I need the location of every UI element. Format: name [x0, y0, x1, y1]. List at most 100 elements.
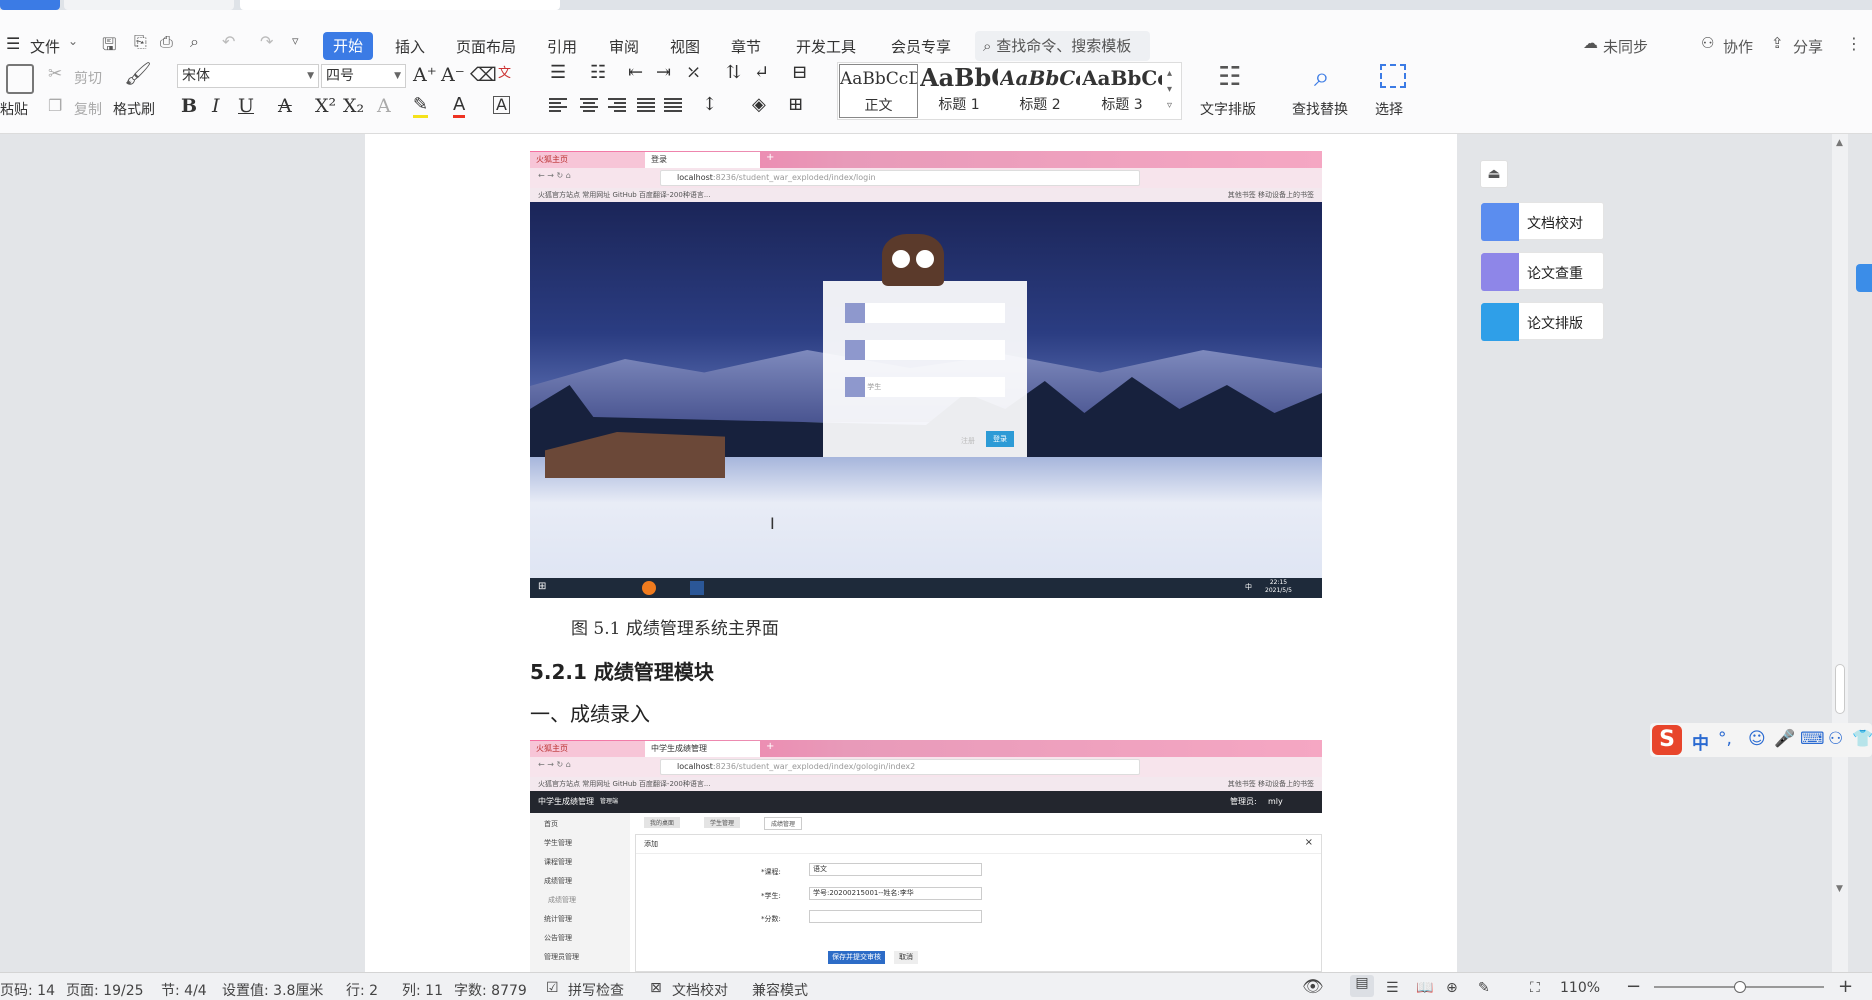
style-heading-3[interactable]: AaBbCc 标题 3	[1082, 64, 1162, 118]
keyboard-icon[interactable]: ⌨	[1800, 729, 1825, 749]
find-replace-button[interactable]: 查找替换	[1292, 99, 1348, 119]
zoom-out-icon[interactable]: −	[1626, 976, 1641, 997]
tab-references[interactable]: 引用	[547, 36, 577, 57]
paste-icon[interactable]	[6, 64, 34, 94]
tab-review[interactable]: 审阅	[609, 36, 639, 57]
login-button[interactable]: 登录	[986, 431, 1014, 447]
increase-indent-icon[interactable]: ⇥	[656, 62, 671, 83]
ime-punct[interactable]: °,	[1718, 729, 1732, 749]
doc-proofread-button[interactable]: 文档校对	[1480, 202, 1604, 241]
status-section[interactable]: 节: 4/4	[161, 980, 207, 1000]
customize-icon[interactable]: ▿	[292, 34, 299, 49]
border-icon[interactable]: ⊞	[788, 94, 803, 115]
outline-view-icon[interactable]: ☰	[1386, 980, 1399, 996]
clear-format-icon[interactable]: ⌫	[470, 64, 497, 86]
number-list-icon[interactable]: ☷	[590, 62, 606, 83]
align-center-icon[interactable]	[580, 98, 598, 112]
justify-icon[interactable]	[637, 98, 655, 112]
file-menu[interactable]: 文件	[30, 36, 60, 57]
shrink-font-icon[interactable]: A⁻	[441, 64, 465, 86]
scroll-down-icon[interactable]: ▼	[1836, 884, 1843, 894]
grow-font-icon[interactable]: A⁺	[413, 64, 437, 86]
paste-button[interactable]: 粘贴	[0, 99, 28, 119]
style-heading-2[interactable]: AaBbCc 标题 2	[1000, 64, 1080, 118]
status-col[interactable]: 列: 11	[402, 980, 443, 1000]
font-color-icon[interactable]: A	[453, 94, 466, 118]
window-tab-home[interactable]	[0, 0, 60, 10]
italic-icon[interactable]: I	[212, 95, 220, 117]
hamburger-icon[interactable]: ☰	[6, 34, 20, 53]
align-right-icon[interactable]	[608, 98, 626, 112]
emoji-icon[interactable]: ☺	[1748, 729, 1766, 749]
window-tab-document[interactable]	[240, 0, 560, 10]
web-view-icon[interactable]: ⊕	[1446, 980, 1458, 996]
zoom-slider-thumb[interactable]	[1734, 981, 1746, 993]
tab-home[interactable]: 开始	[323, 32, 374, 60]
bold-icon[interactable]: B	[181, 95, 197, 117]
sogou-logo-icon[interactable]: S	[1652, 725, 1682, 755]
tab-insert[interactable]: 插入	[395, 36, 425, 57]
skin-icon[interactable]: 👕	[1852, 729, 1872, 749]
status-word-count[interactable]: 字数: 8779	[454, 980, 527, 1000]
share-button[interactable]: 分享	[1793, 36, 1823, 57]
superscript-icon[interactable]: X²	[315, 95, 336, 117]
strikethrough-icon[interactable]: A	[278, 95, 292, 117]
char-border-icon[interactable]: A	[493, 96, 510, 114]
bullet-list-icon[interactable]: ☰	[550, 62, 566, 83]
user-icon[interactable]: ⚇	[1828, 729, 1843, 749]
sync-status[interactable]: 未同步	[1603, 36, 1648, 57]
role-select[interactable]: 学生	[845, 377, 1005, 397]
status-page[interactable]: 页面: 19/25	[66, 980, 144, 1000]
font-name-select[interactable]: 宋体 ▼	[177, 64, 319, 88]
underline-icon[interactable]: U	[238, 95, 254, 117]
line-wrap-icon[interactable]: ↵	[754, 62, 769, 83]
window-tab-docer[interactable]	[64, 0, 234, 10]
text-layout-button[interactable]: 文字排版	[1200, 99, 1256, 119]
font-size-select[interactable]: 四号 ▼	[321, 64, 406, 88]
align-left-icon[interactable]	[549, 98, 567, 112]
paper-layout-button[interactable]: 论文排版	[1480, 302, 1604, 341]
username-input[interactable]	[845, 303, 1005, 323]
more-icon[interactable]: ⋮	[1846, 34, 1862, 53]
cut-button[interactable]: 剪切	[74, 68, 102, 88]
write-view-icon[interactable]: ✎	[1478, 980, 1490, 996]
status-spell-check[interactable]: 拼写检查	[568, 980, 624, 1000]
status-row[interactable]: 行: 2	[346, 980, 378, 1000]
subscript-icon[interactable]: X₂	[343, 95, 364, 117]
collapse-panel-button[interactable]: ⏏	[1480, 160, 1508, 188]
tab-page-layout[interactable]: 页面布局	[456, 36, 516, 57]
zoom-level[interactable]: 110%	[1560, 980, 1600, 996]
tab-member[interactable]: 会员专享	[891, 36, 951, 57]
paper-check-button[interactable]: 论文查重	[1480, 252, 1604, 291]
show-marks-icon[interactable]: ⊟	[792, 62, 807, 83]
decrease-indent-icon[interactable]: ⇤	[628, 62, 643, 83]
redo-icon[interactable]: ↷	[260, 32, 273, 51]
command-search[interactable]: ⌕ 查找命令、搜索模板	[975, 31, 1150, 61]
export-icon[interactable]: ⎘	[134, 32, 147, 52]
side-assistant-tab[interactable]	[1856, 264, 1872, 292]
tab-chapter[interactable]: 章节	[731, 36, 761, 57]
page-view-icon[interactable]: ▤	[1350, 975, 1374, 997]
zoom-slider[interactable]	[1654, 981, 1824, 993]
scroll-thumb[interactable]	[1835, 664, 1845, 714]
ime-mode[interactable]: 中	[1692, 729, 1709, 754]
distribute-icon[interactable]	[664, 98, 682, 112]
register-button[interactable]: 注册	[961, 436, 975, 446]
style-normal[interactable]: AaBbCcDd 正文	[839, 64, 918, 118]
password-input[interactable]	[845, 340, 1005, 360]
read-view-icon[interactable]: 📖	[1416, 980, 1433, 996]
format-painter-button[interactable]: 格式刷	[113, 99, 155, 119]
copy-button[interactable]: 复制	[74, 99, 102, 119]
shading-icon[interactable]: ◈	[752, 94, 766, 115]
status-proofread[interactable]: 文档校对	[672, 980, 728, 1000]
sort-icon[interactable]: ⇅	[726, 62, 741, 83]
gallery-scroll-icon[interactable]: ▴ ▾ ▿	[1167, 66, 1172, 114]
tab-view[interactable]: 视图	[670, 36, 700, 57]
style-heading-1[interactable]: AaBbC 标题 1	[920, 64, 998, 118]
save-icon[interactable]: 🖫	[102, 32, 116, 61]
status-setting[interactable]: 设置值: 3.8厘米	[222, 980, 323, 1000]
zoom-in-icon[interactable]: +	[1838, 976, 1853, 997]
collab-button[interactable]: 协作	[1723, 36, 1753, 57]
scroll-up-icon[interactable]: ▲	[1836, 138, 1843, 148]
text-effect-icon[interactable]: A	[377, 95, 391, 117]
